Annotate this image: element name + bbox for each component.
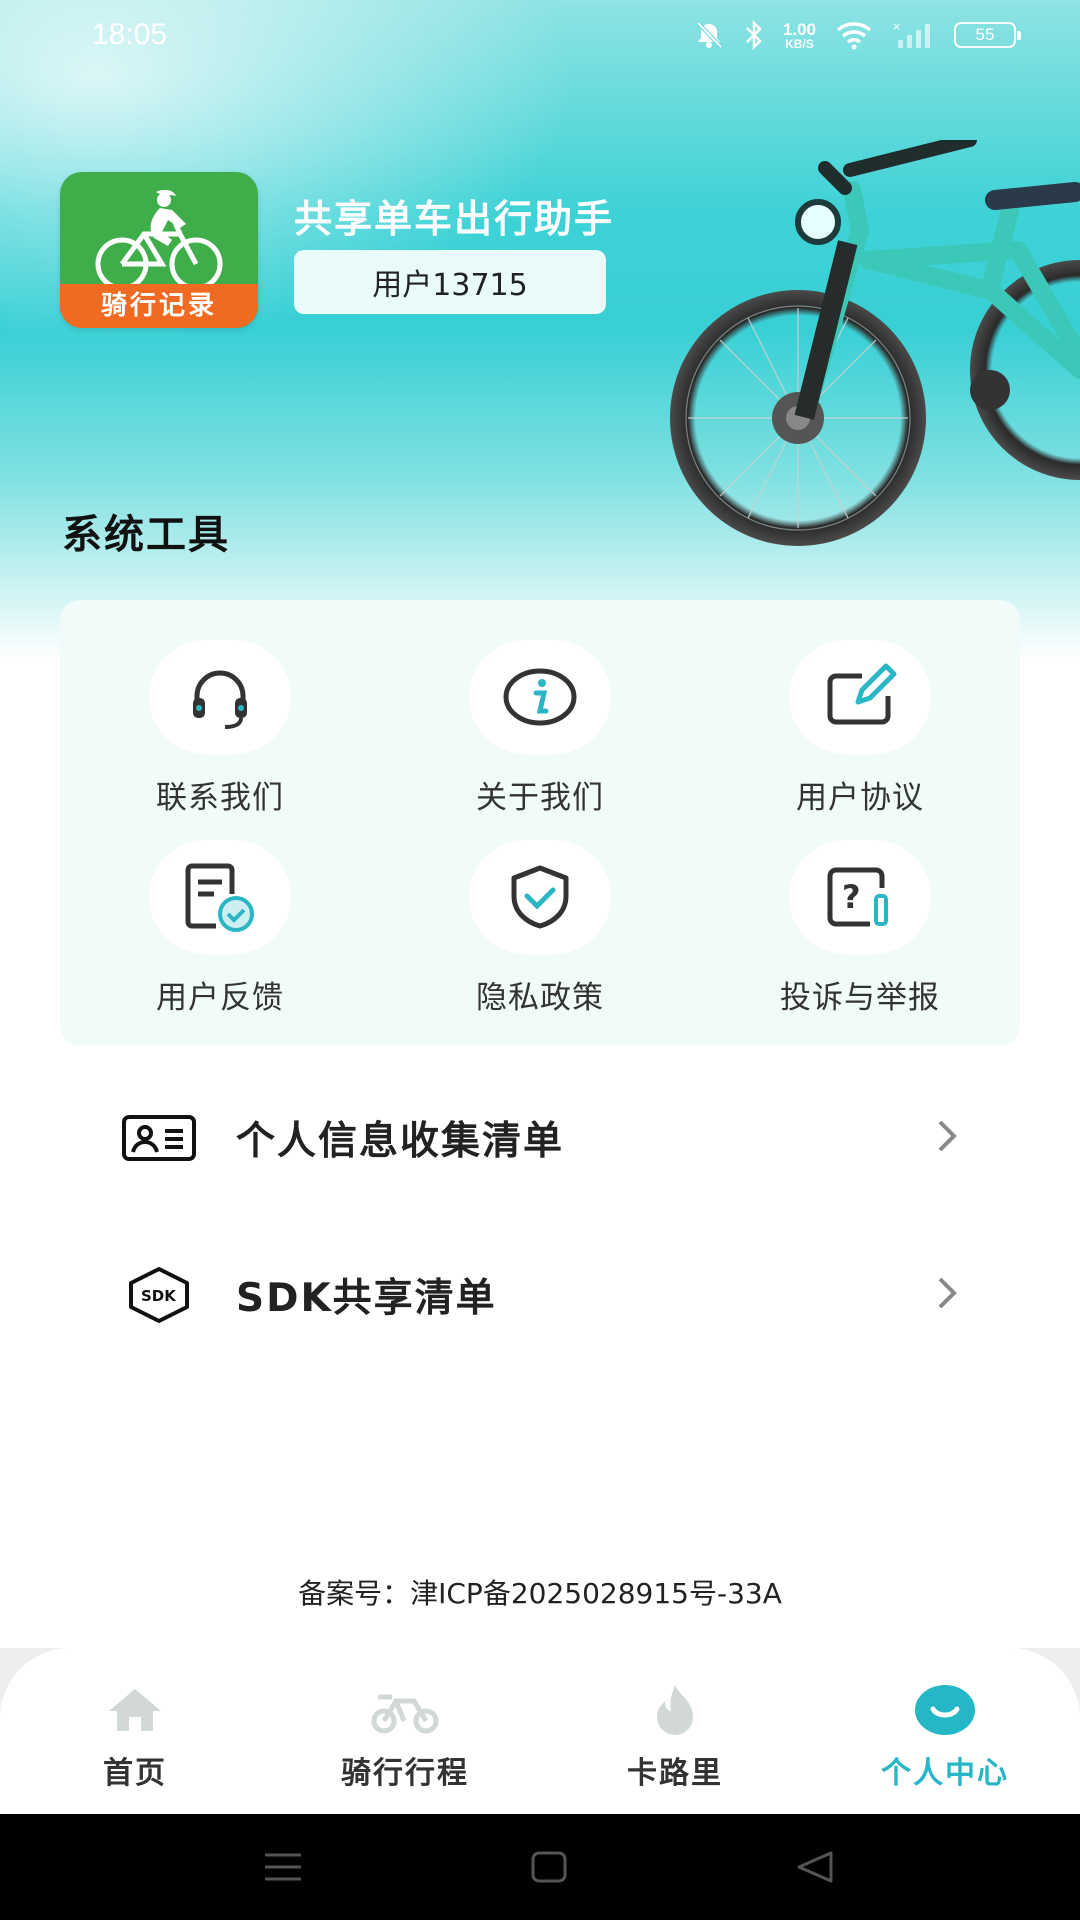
section-title: 系统工具 (62, 512, 230, 558)
svg-text:?: ? (842, 878, 861, 916)
signal-icon: × (892, 20, 936, 50)
mute-icon (693, 20, 725, 50)
tool-label: 隐私政策 (476, 980, 604, 1016)
home-icon (109, 1689, 161, 1731)
tool-privacy[interactable]: 隐私政策 (380, 840, 700, 1030)
flame-icon (657, 1685, 693, 1735)
app-logo: 骑行记录 (60, 172, 258, 328)
bluetooth-icon (743, 20, 765, 50)
tool-contact-us[interactable]: 联系我们 (60, 640, 380, 830)
wifi-icon (834, 20, 874, 50)
tool-user-agreement[interactable]: 用户协议 (700, 640, 1020, 830)
user-chip[interactable]: 用户13715 (294, 250, 606, 314)
logo-text: 骑行记录 (60, 284, 258, 328)
row-label: SDK共享清单 (236, 1276, 497, 1321)
report-icon: ? (827, 867, 888, 927)
tool-feedback[interactable]: 用户反馈 (60, 840, 380, 1030)
tool-about-us[interactable]: 关于我们 (380, 640, 700, 830)
net-speed-value: 1.00 (782, 19, 816, 39)
id-card-icon (122, 1115, 196, 1161)
menu-icon[interactable] (248, 1840, 318, 1894)
nav-home[interactable]: 首页 (0, 1648, 270, 1814)
nav-trips[interactable]: 骑行行程 (270, 1648, 540, 1814)
icp-record: 备案号：津ICP备2025028915号-33A (298, 1577, 782, 1610)
edit-icon (827, 663, 897, 725)
status-icons: 1.00 KB/S × 55 (693, 20, 1021, 50)
nav-calories[interactable]: 卡路里 (540, 1648, 810, 1814)
status-bar: 18:05 1.00 KB/S × 55 (0, 0, 1080, 78)
svg-text:×: × (892, 20, 901, 33)
headset-icon (193, 670, 247, 729)
bottom-nav: 首页 骑行行程 卡路里 个人中心 (0, 1648, 1080, 1814)
app-name: 共享单车出行助手 (294, 197, 615, 241)
profile-icon (915, 1685, 975, 1735)
row-label: 个人信息收集清单 (236, 1119, 565, 1164)
cyclist-icon (95, 189, 223, 291)
status-time: 18:05 (92, 18, 168, 51)
bike-illustration (670, 140, 1080, 546)
tool-label: 用户协议 (796, 780, 924, 816)
nav-label: 卡路里 (627, 1756, 723, 1791)
system-nav-bar (0, 1814, 1080, 1920)
list-personal-info[interactable]: 个人信息收集清单 (60, 1083, 1020, 1193)
tool-label: 关于我们 (476, 780, 604, 816)
home-button-icon[interactable] (514, 1840, 584, 1894)
chevron-right-icon (934, 1116, 960, 1160)
tool-report[interactable]: ? 投诉与举报 (700, 840, 1020, 1030)
nav-label: 首页 (103, 1756, 167, 1791)
list-sdk[interactable]: SDK SDK共享清单 (60, 1240, 1020, 1350)
info-icon (503, 668, 577, 726)
tool-label: 用户反馈 (156, 980, 284, 1016)
bike-icon (371, 1694, 439, 1734)
shield-icon (511, 865, 569, 929)
nav-label: 个人中心 (881, 1756, 1009, 1791)
chevron-right-icon (934, 1273, 960, 1317)
tool-grid: 联系我们 关于我们 用户协议 用户反馈 隐私政策 ? 投诉与举报 (60, 600, 1020, 1046)
tool-label: 联系我们 (156, 780, 284, 816)
nav-label: 骑行行程 (341, 1756, 469, 1791)
battery-indicator: 55 (954, 22, 1021, 48)
sdk-icon: SDK (129, 1267, 189, 1323)
svg-text:SDK: SDK (141, 1287, 177, 1305)
net-speed-unit: KB/S (785, 36, 814, 51)
net-speed: 1.00 KB/S (783, 21, 816, 50)
feedback-icon (185, 863, 254, 932)
nav-profile[interactable]: 个人中心 (810, 1648, 1080, 1814)
tool-label: 投诉与举报 (780, 980, 940, 1016)
back-icon[interactable] (780, 1840, 850, 1894)
